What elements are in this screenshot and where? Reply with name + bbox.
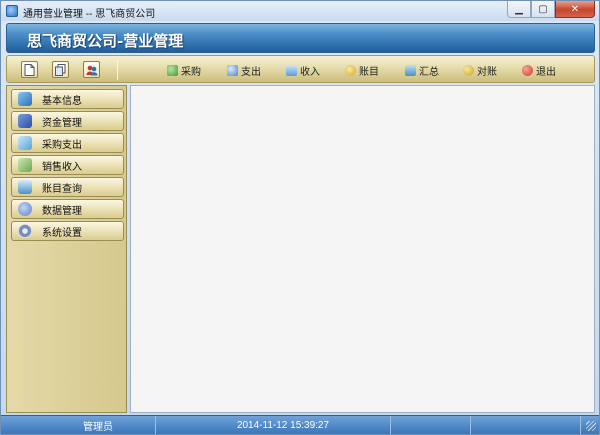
copy-document-icon (55, 63, 66, 76)
users-button[interactable] (83, 61, 100, 78)
toolbar-exit-label: 退出 (536, 66, 556, 78)
toolbar-separator (117, 60, 118, 80)
purchase-icon (167, 64, 178, 76)
toolbar-income-button[interactable]: 收入 (286, 63, 320, 78)
status-datetime: 2014-11-12 15:39:27 (236, 419, 330, 431)
resize-grip[interactable] (586, 421, 596, 431)
toolbar-reconcile-label: 对账 (477, 66, 497, 78)
sidebar: 基本信息 资金管理 采购支出 销售收入 账目查询 数据管理 系统设置 (6, 85, 127, 413)
sidebar-item-label: 账目查询 (42, 183, 82, 195)
toolbar: 采购 支出 收入 账目 汇总 对账 退出 (6, 55, 595, 83)
maximize-button[interactable]: ▢ (531, 1, 555, 18)
sidebar-item-basic-info[interactable]: 基本信息 (11, 89, 124, 109)
purchase-expense-icon (18, 136, 32, 150)
app-icon (6, 5, 18, 17)
toolbar-reconcile-button[interactable]: 对账 (463, 63, 497, 78)
sidebar-item-sales-income[interactable]: 销售收入 (11, 155, 124, 175)
expense-icon (227, 64, 238, 76)
system-settings-icon (18, 224, 32, 238)
maximize-icon: ▢ (538, 3, 548, 15)
sidebar-item-label: 系统设置 (42, 227, 82, 239)
sidebar-item-account-query[interactable]: 账目查询 (11, 177, 124, 197)
status-datetime-cell: 2014-11-12 15:39:27 (156, 416, 391, 434)
sidebar-item-label: 数据管理 (42, 205, 82, 217)
reconcile-icon (463, 64, 474, 76)
income-icon (286, 64, 297, 76)
summary-icon (405, 64, 416, 76)
sidebar-item-label: 销售收入 (42, 161, 82, 173)
toolbar-purchase-button[interactable]: 采购 (167, 63, 201, 78)
minimize-button[interactable]: ▁ (507, 1, 531, 18)
toolbar-exit-button[interactable]: 退出 (522, 63, 556, 78)
status-cell-empty-1 (391, 416, 471, 434)
sidebar-item-label: 采购支出 (42, 139, 82, 151)
banner-title: 思飞商贸公司-营业管理 (27, 32, 184, 50)
toolbar-expense-label: 支出 (241, 66, 261, 78)
exit-icon (522, 64, 533, 76)
title-bar[interactable]: 通用营业管理 -- 思飞商贸公司 ▁ ▢ ✕ (1, 1, 599, 21)
toolbar-income-label: 收入 (300, 66, 320, 78)
sidebar-item-data-management[interactable]: 数据管理 (11, 199, 124, 219)
sales-income-icon (18, 158, 32, 172)
fund-management-icon (18, 114, 32, 128)
users-icon (86, 65, 97, 75)
basic-info-icon (18, 92, 32, 106)
sidebar-item-label: 基本信息 (42, 95, 82, 107)
status-bar: 管理员 2014-11-12 15:39:27 (1, 415, 599, 434)
toolbar-summary-button[interactable]: 汇总 (405, 63, 439, 78)
app-window: 通用营业管理 -- 思飞商贸公司 ▁ ▢ ✕ 思飞商贸公司-营业管理 采购 支出 (0, 0, 600, 435)
sidebar-item-system-settings[interactable]: 系统设置 (11, 221, 124, 241)
sidebar-item-label: 资金管理 (42, 117, 82, 129)
sidebar-item-purchase-expense[interactable]: 采购支出 (11, 133, 124, 153)
accounts-icon (345, 64, 356, 76)
window-title: 通用营业管理 -- 思飞商贸公司 (23, 9, 156, 20)
toolbar-purchase-label: 采购 (181, 66, 201, 78)
toolbar-expense-button[interactable]: 支出 (227, 63, 261, 78)
status-user: 管理员 (83, 421, 113, 433)
account-query-icon (18, 180, 32, 194)
new-document-icon (24, 63, 35, 76)
window-controls: ▁ ▢ ✕ (507, 1, 595, 18)
sidebar-item-fund-management[interactable]: 资金管理 (11, 111, 124, 131)
close-icon: ✕ (570, 3, 580, 15)
close-button[interactable]: ✕ (555, 1, 595, 18)
main-content-area[interactable] (130, 85, 595, 413)
new-document-button[interactable] (21, 61, 38, 78)
status-cell-empty-2 (471, 416, 581, 434)
status-user-cell: 管理员 (1, 416, 156, 434)
copy-document-button[interactable] (52, 61, 69, 78)
toolbar-accounts-button[interactable]: 账目 (345, 63, 379, 78)
toolbar-accounts-label: 账目 (359, 66, 379, 78)
toolbar-summary-label: 汇总 (419, 66, 439, 78)
minimize-icon: ▁ (515, 3, 523, 15)
data-management-icon (18, 202, 32, 216)
header-banner: 思飞商贸公司-营业管理 (6, 23, 595, 53)
